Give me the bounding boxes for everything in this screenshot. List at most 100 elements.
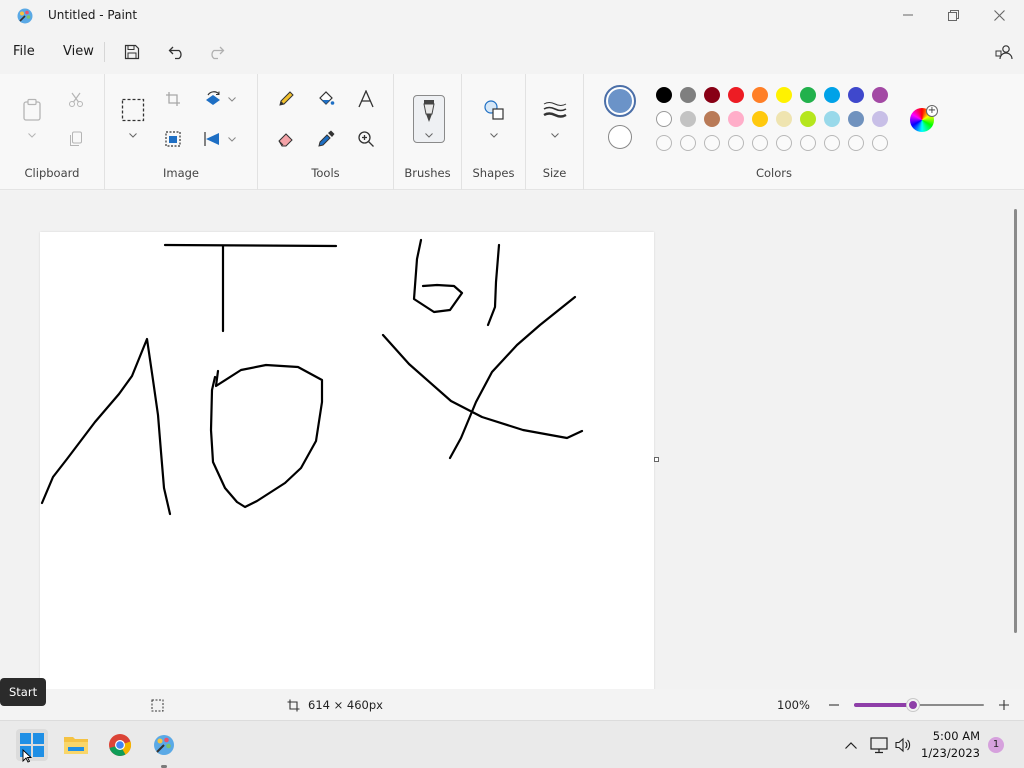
text-tool[interactable] <box>352 85 380 113</box>
network-button[interactable] <box>870 736 888 754</box>
color-swatch[interactable] <box>752 111 768 127</box>
clock-time[interactable]: 5:00 AM <box>914 729 980 743</box>
color-swatch[interactable] <box>680 111 696 127</box>
color-swatch[interactable] <box>872 111 888 127</box>
tray-overflow-button[interactable] <box>842 737 860 753</box>
view-menu[interactable]: View <box>63 42 94 61</box>
save-button[interactable] <box>120 40 144 64</box>
zoom-slider-thumb[interactable] <box>906 699 919 711</box>
stroke-slash-one <box>486 243 501 327</box>
eraser-tool[interactable] <box>272 125 300 153</box>
color-swatch[interactable] <box>776 87 792 103</box>
color-picker-tool[interactable] <box>312 125 340 153</box>
color-swatch[interactable] <box>872 87 888 103</box>
color-swatch[interactable] <box>824 87 840 103</box>
custom-color-slot[interactable] <box>776 135 792 151</box>
stroke-x-curve <box>381 333 584 440</box>
zoom-in-button[interactable] <box>996 697 1012 713</box>
stroke-zero <box>209 363 324 509</box>
account-button[interactable] <box>992 40 1016 64</box>
custom-color-slot[interactable] <box>680 135 696 151</box>
custom-color-slot[interactable] <box>872 135 888 151</box>
start-button[interactable] <box>16 729 48 763</box>
rotate-dropdown[interactable] <box>227 94 237 104</box>
color-swatch[interactable] <box>824 111 840 127</box>
select-button[interactable] <box>119 96 147 124</box>
redo-button[interactable] <box>204 40 228 64</box>
color-swatch[interactable] <box>656 87 672 103</box>
file-menu[interactable]: File <box>13 42 35 61</box>
primary-color-button[interactable] <box>604 85 636 117</box>
paste-button[interactable] <box>18 96 46 124</box>
file-explorer-button[interactable] <box>60 729 92 761</box>
ribbon: Clipboard Image Tools Brushes Shapes Siz… <box>0 74 1024 190</box>
chrome-button[interactable] <box>104 729 136 761</box>
fill-tool[interactable] <box>312 85 340 113</box>
color-swatch[interactable] <box>680 87 696 103</box>
size-label: Size <box>542 166 567 180</box>
volume-button[interactable] <box>894 736 912 754</box>
notification-badge[interactable]: 1 <box>988 737 1004 753</box>
color-swatch[interactable] <box>776 111 792 127</box>
color-swatch[interactable] <box>728 87 744 103</box>
paint-taskbar-button[interactable] <box>148 729 180 768</box>
network-icon <box>870 737 888 754</box>
chevron-down-icon <box>228 136 236 142</box>
clock-date[interactable]: 1/23/2023 <box>914 746 980 760</box>
resize-button[interactable] <box>159 125 187 153</box>
account-icon <box>995 45 1013 60</box>
flip-dropdown[interactable] <box>227 134 237 144</box>
brushes-button[interactable] <box>413 95 445 143</box>
cut-button[interactable] <box>62 86 90 114</box>
size-dropdown[interactable] <box>550 130 560 140</box>
crop-button[interactable] <box>159 85 187 113</box>
menu-bar: File View <box>0 34 1024 70</box>
start-tooltip: Start <box>0 678 47 706</box>
custom-color-slot[interactable] <box>704 135 720 151</box>
zoom-slider-fill <box>854 703 913 707</box>
color-swatch[interactable] <box>728 111 744 127</box>
color-swatch[interactable] <box>704 111 720 127</box>
pencil-tool[interactable] <box>272 85 300 113</box>
drawing-canvas[interactable] <box>40 232 654 689</box>
shapes-dropdown[interactable] <box>489 130 499 140</box>
color-swatch[interactable] <box>704 87 720 103</box>
color-swatch[interactable] <box>752 87 768 103</box>
clipboard-label: Clipboard <box>24 166 80 180</box>
magnifier-tool[interactable] <box>352 125 380 153</box>
stroke-size-icon <box>543 102 567 118</box>
custom-color-slot[interactable] <box>728 135 744 151</box>
paste-dropdown[interactable] <box>27 130 37 140</box>
size-button[interactable] <box>541 96 569 124</box>
flip-button[interactable] <box>199 125 227 153</box>
copy-button[interactable] <box>62 125 90 153</box>
undo-button[interactable] <box>165 40 189 64</box>
close-button[interactable] <box>976 0 1022 30</box>
window-title: Untitled - Paint <box>48 8 138 22</box>
custom-color-slot[interactable] <box>800 135 816 151</box>
custom-color-slot[interactable] <box>824 135 840 151</box>
secondary-color-button[interactable] <box>608 125 632 149</box>
shapes-label: Shapes <box>472 166 515 180</box>
close-icon <box>993 9 1005 21</box>
rotate-button[interactable] <box>199 85 227 113</box>
vertical-scrollbar[interactable] <box>1014 209 1017 633</box>
select-dropdown[interactable] <box>128 130 138 140</box>
primary-color-swatch <box>608 89 632 113</box>
color-swatch[interactable] <box>800 87 816 103</box>
custom-color-slot[interactable] <box>752 135 768 151</box>
color-swatch[interactable] <box>848 87 864 103</box>
minimize-button[interactable] <box>885 0 931 30</box>
color-swatch[interactable] <box>848 111 864 127</box>
shapes-button[interactable] <box>480 96 508 124</box>
stroke-six <box>412 238 464 314</box>
zoom-out-button[interactable] <box>826 697 842 713</box>
custom-color-slot[interactable] <box>848 135 864 151</box>
canvas-resize-handle[interactable] <box>654 457 659 462</box>
color-swatch[interactable] <box>656 111 672 127</box>
restore-button[interactable] <box>930 0 976 30</box>
color-swatch[interactable] <box>800 111 816 127</box>
edit-colors-button[interactable]: + <box>910 105 938 132</box>
zoom-slider[interactable] <box>854 699 984 711</box>
custom-color-slot[interactable] <box>656 135 672 151</box>
